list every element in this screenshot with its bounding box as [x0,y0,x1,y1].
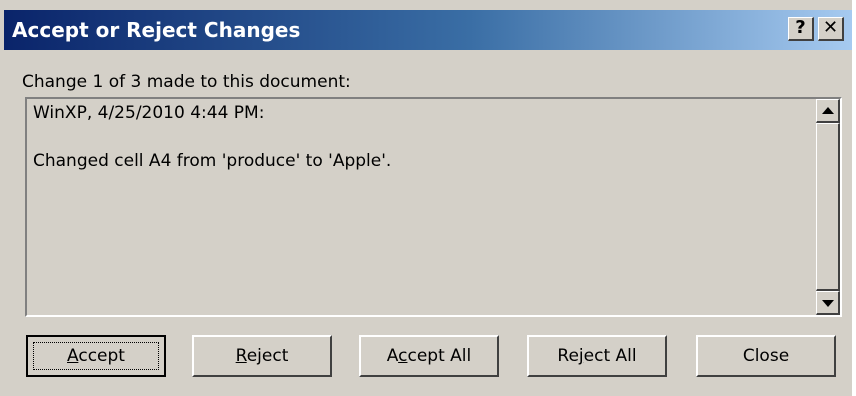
accept-all-button[interactable]: Accept All [359,335,499,377]
accept-label-suffix: ccept [78,346,125,366]
reject-all-label-prefix: Re [557,346,579,366]
reject-mnemonic: R [235,346,247,366]
scroll-down-button[interactable] [816,291,840,315]
scrollbar-track[interactable] [816,123,840,291]
reject-all-label-suffix: ect All [583,346,637,366]
change-details-box[interactable]: WinXP, 4/25/2010 4:44 PM: Changed cell A… [25,97,842,317]
change-description-line: Changed cell A4 from 'produce' to 'Apple… [33,151,392,171]
details-scrollbar[interactable] [816,99,840,315]
change-details-text: WinXP, 4/25/2010 4:44 PM: Changed cell A… [33,103,813,171]
help-icon: ? [795,17,806,38]
change-count-label: Change 1 of 3 made to this document: [22,72,351,92]
accept-all-label-suffix: cept All [407,346,472,366]
details-spacer [33,123,813,151]
title-bar[interactable]: Accept or Reject Changes ? ✕ [4,10,852,50]
close-icon: ✕ [822,17,839,38]
triangle-up-icon [822,107,834,114]
reject-all-button[interactable]: Reject All [527,335,667,377]
accept-reject-dialog: Accept or Reject Changes ? ✕ Change 1 of… [0,0,852,396]
dialog-title: Accept or Reject Changes [12,18,301,42]
scroll-up-button[interactable] [816,99,840,123]
help-button[interactable]: ? [788,17,814,41]
accept-button[interactable]: Accept [26,335,166,377]
reject-label-suffix: eject [246,346,289,366]
close-label: Close [742,346,790,366]
change-author-line: WinXP, 4/25/2010 4:44 PM: [33,103,265,123]
close-window-button[interactable]: ✕ [818,17,844,41]
accept-mnemonic: A [67,346,79,366]
reject-button[interactable]: Reject [192,335,332,377]
close-button[interactable]: Close [696,335,836,377]
accept-all-label-prefix: A [386,346,399,366]
triangle-down-icon [822,300,834,307]
